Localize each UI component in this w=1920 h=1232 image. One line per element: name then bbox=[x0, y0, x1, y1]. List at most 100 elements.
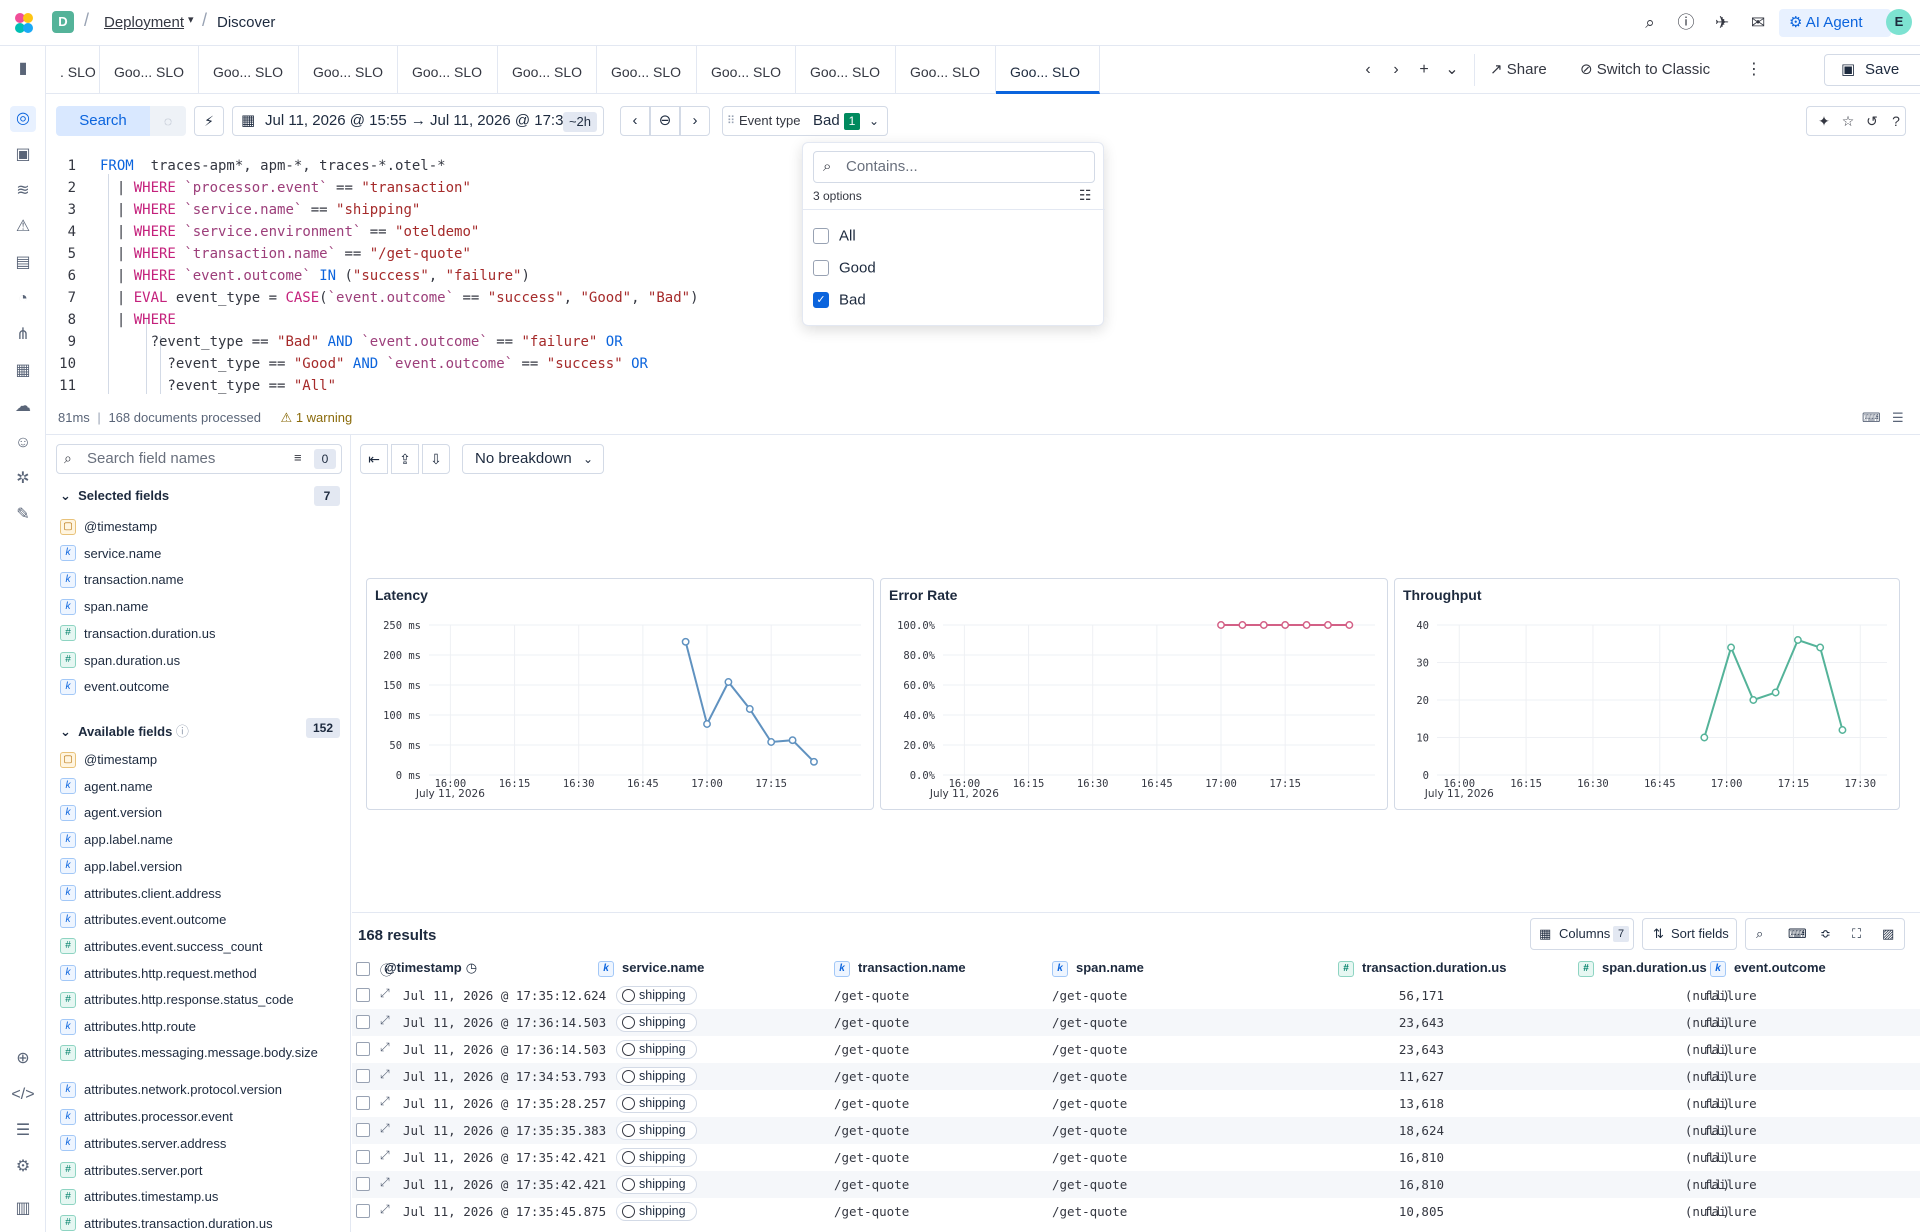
expand-icon[interactable]: ⤢ bbox=[380, 986, 390, 1001]
chat-icon[interactable]: ✉ bbox=[1744, 9, 1772, 37]
field-item[interactable]: ▢ @timestamp bbox=[60, 518, 340, 535]
tab-item[interactable]: Goo... SLO bbox=[100, 46, 199, 94]
chart-panel-error-rate[interactable]: Error Rate 100.0% 80.0% 60.0% 40.0% 20.0% 0.0%… bbox=[880, 578, 1388, 810]
field-item[interactable]: k app.label.name bbox=[60, 831, 340, 848]
table-row[interactable]: ⤢ Jul 11, 2026 @ 17:35:35.383 shipping/get… bbox=[352, 1117, 1920, 1144]
date-back-button[interactable]: ‹ bbox=[620, 106, 650, 136]
warning-link[interactable]: 1 warning bbox=[296, 410, 352, 425]
help-icon[interactable]: ⓘ bbox=[1672, 9, 1700, 37]
data-point[interactable] bbox=[1238, 621, 1247, 629]
chevron-right-icon[interactable]: › bbox=[1384, 58, 1408, 82]
data-point[interactable] bbox=[703, 720, 711, 728]
field-item[interactable]: k app.label.version bbox=[60, 858, 340, 875]
expand-icon[interactable]: ⤢ bbox=[380, 1121, 390, 1136]
option-all[interactable]: All bbox=[813, 227, 856, 245]
row-checkbox[interactable] bbox=[356, 1069, 370, 1083]
tab-item[interactable]: Goo... SLO bbox=[299, 46, 398, 94]
discover-icon[interactable]: ◎ bbox=[10, 106, 36, 132]
table-row[interactable]: ⤢ Jul 11, 2026 @ 17:35:42.421 shipping/get… bbox=[352, 1171, 1920, 1198]
zoom-out-icon[interactable]: ⊖ bbox=[650, 106, 680, 136]
alert-icon[interactable]: ⚠ bbox=[10, 214, 36, 240]
data-point[interactable] bbox=[1217, 621, 1225, 629]
table-row[interactable]: ⤢ Jul 11, 2026 @ 17:36:14.503 shipping/get… bbox=[352, 1009, 1920, 1036]
row-checkbox[interactable] bbox=[356, 1150, 370, 1164]
breakdown-selector[interactable]: No breakdown ⌄ bbox=[462, 444, 604, 474]
more-options-icon[interactable]: ⋮ bbox=[1742, 58, 1766, 82]
field-item[interactable]: k agent.version bbox=[60, 804, 340, 821]
list-icon[interactable]: ☰ bbox=[1892, 410, 1904, 426]
graph-icon[interactable]: ⋔ bbox=[10, 322, 36, 348]
date-forward-button[interactable]: › bbox=[680, 106, 710, 136]
image-icon[interactable]: ▣ bbox=[10, 142, 36, 168]
table-row[interactable]: ⤢ Jul 11, 2026 @ 17:34:53.793 shipping/get… bbox=[352, 1063, 1920, 1090]
row-checkbox[interactable] bbox=[356, 988, 370, 1002]
column-header[interactable]: k transaction.name bbox=[834, 960, 966, 977]
column-header[interactable]: k event.outcome bbox=[1710, 960, 1826, 977]
wrench-icon[interactable]: ✎ bbox=[10, 502, 36, 528]
field-item[interactable]: k attributes.server.address bbox=[60, 1135, 340, 1152]
expand-icon[interactable]: ⤢ bbox=[380, 1175, 390, 1190]
briefcase-icon[interactable]: ▤ bbox=[10, 250, 36, 276]
field-item[interactable]: k attributes.event.outcome bbox=[60, 911, 340, 928]
field-item[interactable]: k span.name bbox=[60, 598, 340, 615]
date-picker[interactable]: ▦ Jul 11, 2026 @ 15:55 → Jul 11, 2026 @ … bbox=[232, 106, 604, 136]
data-point[interactable] bbox=[1816, 643, 1825, 652]
column-header[interactable]: k service.name bbox=[598, 960, 704, 977]
expand-icon[interactable]: ⤢ bbox=[380, 1094, 390, 1109]
data-point[interactable] bbox=[1749, 696, 1758, 704]
star-icon[interactable]: ☆ bbox=[1837, 110, 1859, 132]
filter-icon[interactable]: ≋ bbox=[10, 178, 36, 204]
option-checkbox[interactable] bbox=[813, 228, 829, 245]
switch-classic-button[interactable]: ⊘ Switch to Classic bbox=[1580, 56, 1710, 84]
dashboard-chart-icon[interactable]: ▮ bbox=[10, 56, 36, 82]
field-item[interactable]: k transaction.name bbox=[60, 571, 340, 588]
search-icon[interactable]: ⌕ bbox=[1756, 919, 1763, 949]
settings-sliders-icon[interactable]: ≎ bbox=[1820, 919, 1831, 949]
row-checkbox[interactable] bbox=[356, 1177, 370, 1191]
available-fields-toggle[interactable]: ⌄ Available fields ⓘ bbox=[60, 721, 189, 740]
field-item[interactable]: # attributes.http.response.status_code bbox=[60, 991, 340, 1008]
add-icon[interactable]: ⊕ bbox=[10, 1046, 36, 1072]
field-item[interactable]: # transaction.duration.us bbox=[60, 625, 340, 642]
share-button[interactable]: ↗ Share bbox=[1490, 56, 1547, 84]
space-avatar[interactable]: D bbox=[52, 11, 74, 33]
tab-item[interactable]: Goo... SLO bbox=[199, 46, 299, 94]
data-point[interactable] bbox=[1838, 726, 1847, 734]
help-icon[interactable]: ? bbox=[1885, 110, 1907, 132]
field-item[interactable]: k attributes.processor.event bbox=[60, 1108, 340, 1125]
bolt-icon[interactable]: ⚡ bbox=[194, 106, 224, 136]
data-point[interactable] bbox=[1302, 621, 1311, 629]
chevron-down-icon[interactable]: ▾ bbox=[188, 13, 194, 26]
table-row[interactable]: ⤢ Jul 11, 2026 @ 17:36:14.503 shipping/get… bbox=[352, 1036, 1920, 1063]
data-point[interactable] bbox=[1324, 621, 1332, 629]
data-point[interactable] bbox=[1727, 643, 1736, 652]
field-item[interactable]: # attributes.transaction.duration.us bbox=[60, 1215, 340, 1232]
data-point[interactable] bbox=[1281, 621, 1290, 629]
cloud-icon[interactable]: ☁ bbox=[10, 394, 36, 420]
robot-icon[interactable]: ☺ bbox=[10, 430, 36, 456]
gear-icon[interactable]: ⚙ bbox=[10, 1154, 36, 1180]
rocket-icon[interactable]: ✈ bbox=[1708, 9, 1736, 37]
data-point[interactable] bbox=[767, 738, 776, 746]
selected-fields-toggle[interactable]: ⌄ Selected fields bbox=[60, 488, 169, 504]
event-type-control[interactable]: Event type ⠿ Bad 1 ⌄ bbox=[722, 106, 888, 136]
data-point[interactable] bbox=[1771, 688, 1780, 697]
magic-icon[interactable]: ✦ bbox=[1813, 110, 1835, 132]
row-checkbox[interactable] bbox=[356, 1096, 370, 1110]
row-checkbox[interactable] bbox=[356, 1123, 370, 1137]
field-item[interactable]: # attributes.timestamp.us bbox=[60, 1188, 340, 1205]
chart-download-icon[interactable]: ⇩ bbox=[422, 444, 450, 474]
tab-item[interactable]: Goo... SLO bbox=[697, 46, 796, 94]
option-bad[interactable]: ✓ Bad bbox=[813, 291, 866, 309]
data-point[interactable] bbox=[1700, 733, 1709, 742]
filter-icon[interactable]: ≡ bbox=[294, 450, 302, 465]
row-checkbox[interactable] bbox=[356, 1015, 370, 1029]
field-item[interactable]: k attributes.client.address bbox=[60, 885, 340, 902]
data-point[interactable] bbox=[745, 705, 754, 713]
table-row[interactable]: ⤢ Jul 11, 2026 @ 17:35:45.875 shipping/get… bbox=[352, 1198, 1920, 1225]
table-row[interactable]: ⤢ Jul 11, 2026 @ 17:35:28.257 shipping/get… bbox=[352, 1090, 1920, 1117]
field-item[interactable]: ▢ @timestamp bbox=[60, 751, 340, 768]
sort-fields-button[interactable]: ⇅ Sort fields bbox=[1642, 918, 1737, 950]
ai-agent-button[interactable]: ⚙ AI Agent bbox=[1779, 9, 1891, 37]
column-header[interactable]: # transaction.duration.us bbox=[1338, 960, 1506, 977]
